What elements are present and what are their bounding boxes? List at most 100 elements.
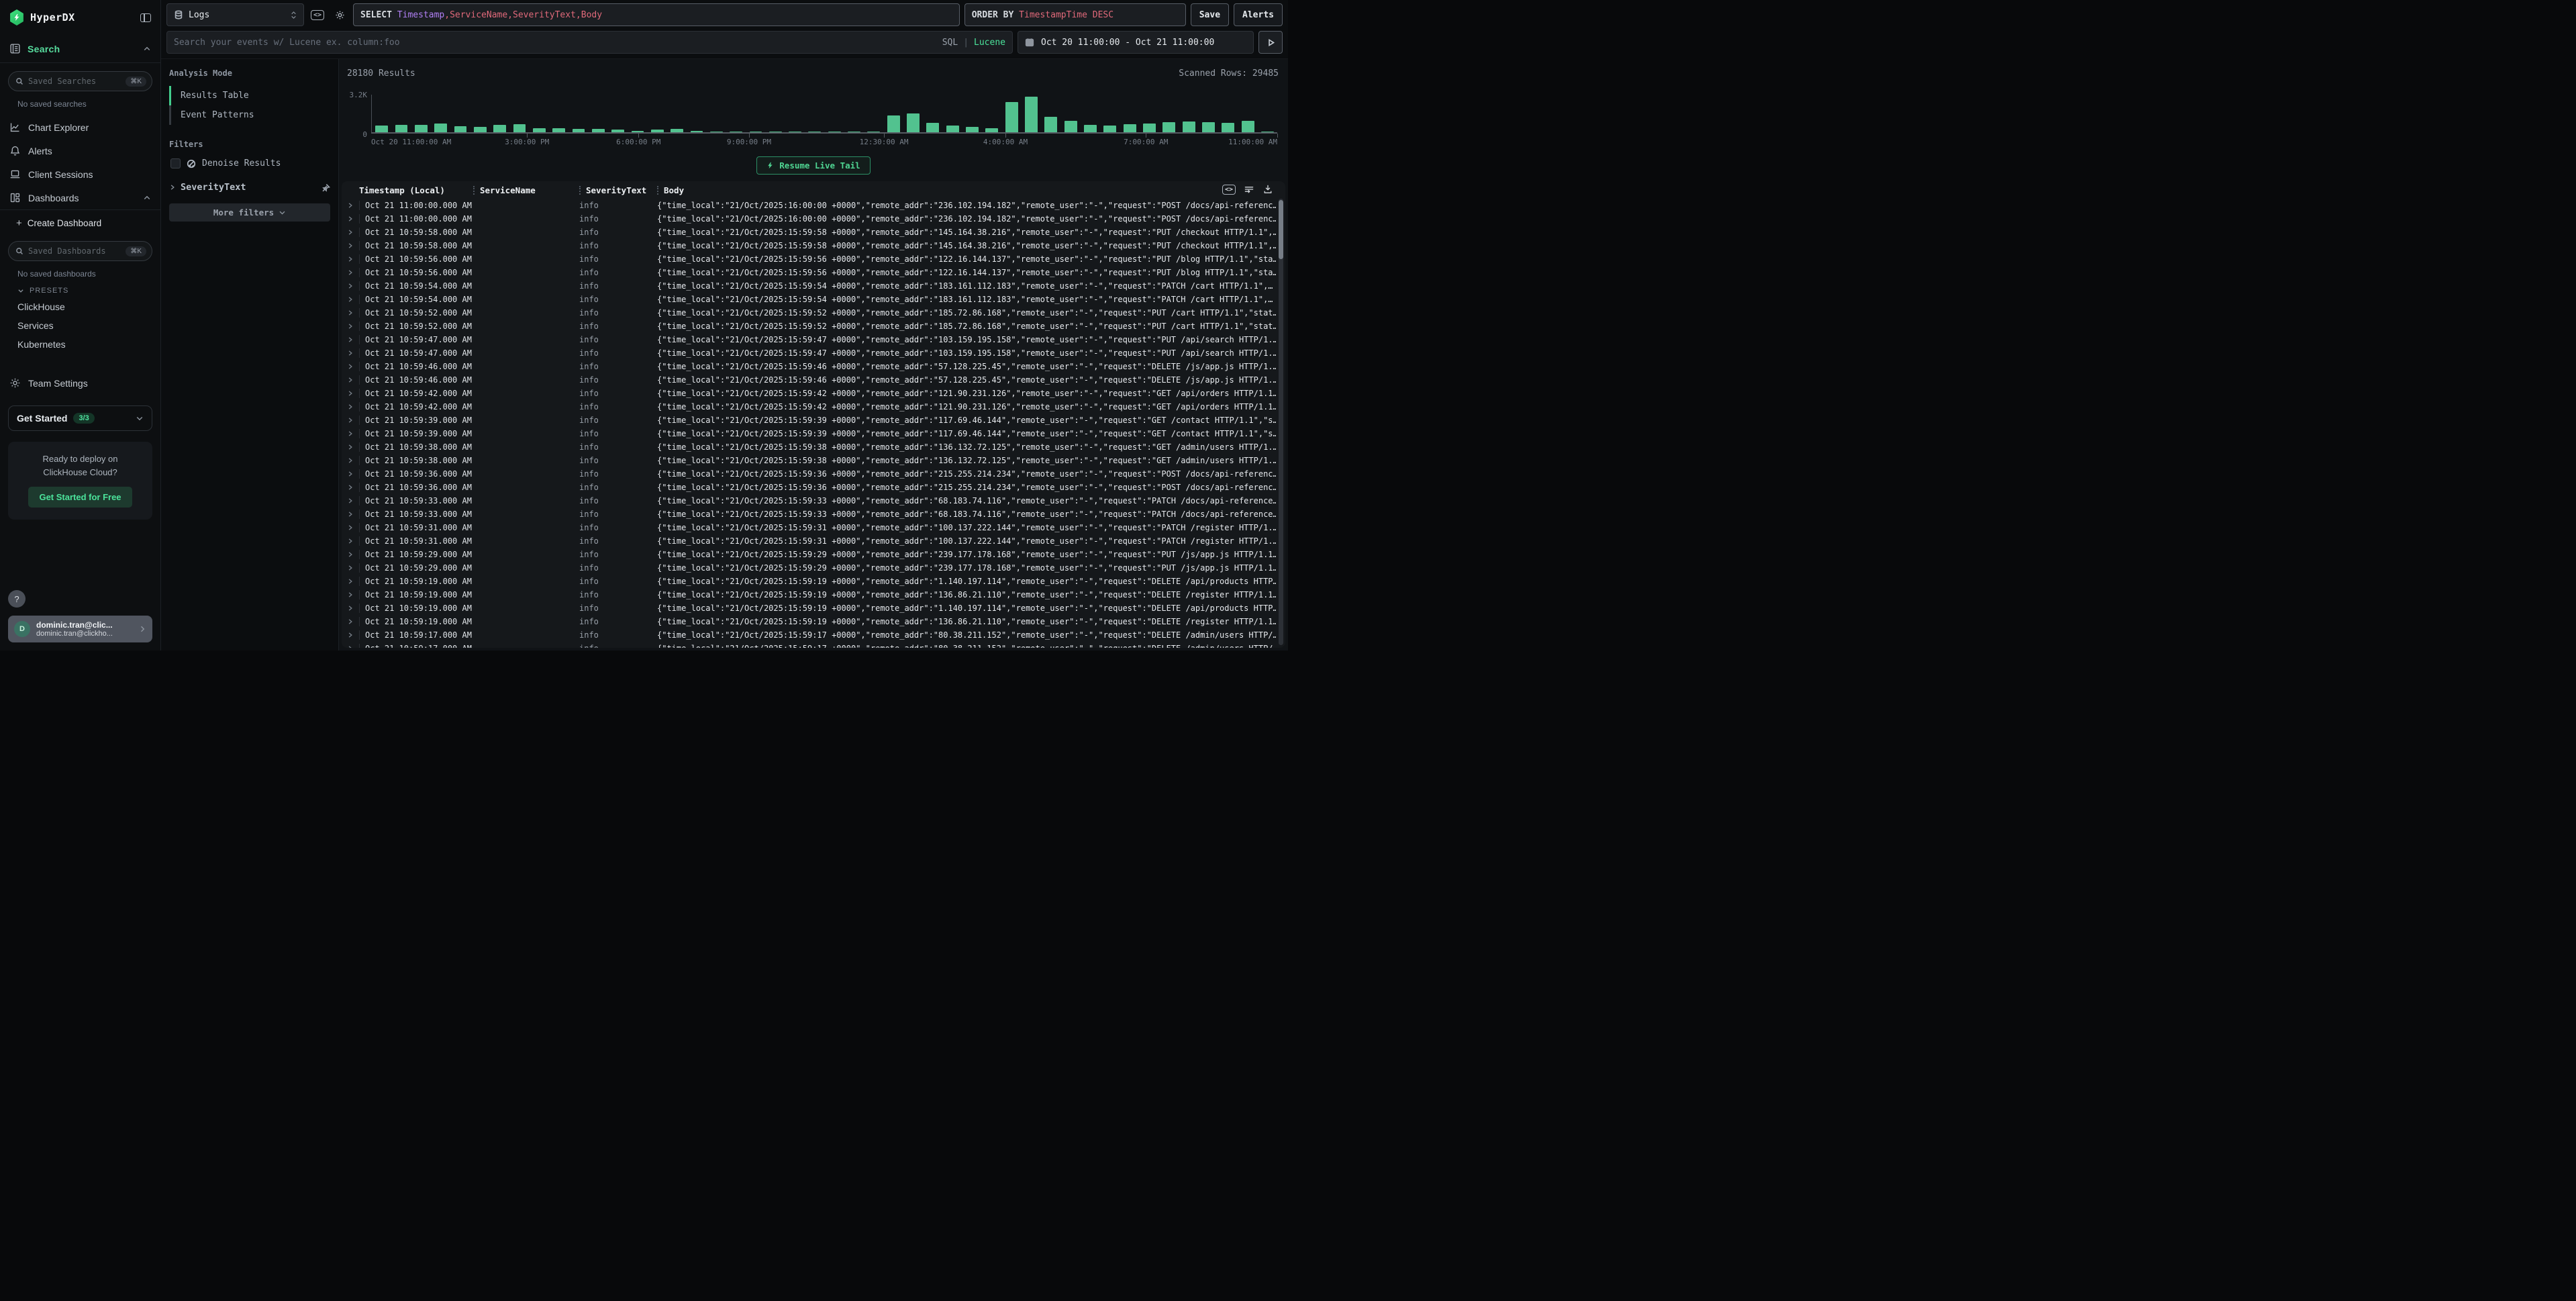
- histogram-bar[interactable]: [454, 126, 467, 132]
- row-expand-chevron-icon[interactable]: [342, 538, 359, 544]
- histogram-bar[interactable]: [552, 128, 565, 132]
- table-row[interactable]: Oct 21 10:59:42.000 AMinfo{"time_local":…: [342, 400, 1276, 414]
- histogram-bar[interactable]: [1162, 122, 1175, 132]
- table-row[interactable]: Oct 21 10:59:38.000 AMinfo{"time_local":…: [342, 454, 1276, 467]
- row-expand-chevron-icon[interactable]: [342, 336, 359, 343]
- sidebar-item-client-sessions[interactable]: Client Sessions: [0, 162, 160, 186]
- table-row[interactable]: Oct 21 10:59:29.000 AMinfo{"time_local":…: [342, 548, 1276, 561]
- row-expand-chevron-icon[interactable]: [342, 202, 359, 209]
- histogram-bar[interactable]: [375, 126, 388, 132]
- table-row[interactable]: Oct 21 10:59:36.000 AMinfo{"time_local":…: [342, 467, 1276, 481]
- column-header-servicename[interactable]: ServiceName: [473, 185, 579, 195]
- table-row[interactable]: Oct 21 10:59:19.000 AMinfo{"time_local":…: [342, 588, 1276, 601]
- histogram-bar[interactable]: [651, 130, 664, 132]
- histogram-bar[interactable]: [1183, 122, 1195, 132]
- preset-item-clickhouse[interactable]: ClickHouse: [0, 297, 160, 316]
- histogram-bar[interactable]: [533, 128, 546, 132]
- order-by-input[interactable]: ORDER BY TimestampTime DESC: [964, 3, 1186, 26]
- table-row[interactable]: Oct 21 10:59:56.000 AMinfo{"time_local":…: [342, 252, 1276, 266]
- histogram-bar[interactable]: [474, 127, 487, 132]
- histogram-bar[interactable]: [395, 125, 408, 132]
- get-started-for-free-button[interactable]: Get Started for Free: [28, 487, 132, 508]
- row-expand-chevron-icon[interactable]: [342, 484, 359, 491]
- column-resize-handle[interactable]: [579, 186, 581, 195]
- time-range-picker[interactable]: Oct 20 11:00:00 - Oct 21 11:00:00: [1018, 31, 1254, 54]
- row-expand-chevron-icon[interactable]: [342, 471, 359, 477]
- analysis-mode-results-table[interactable]: Results Table: [171, 86, 330, 105]
- table-row[interactable]: Oct 21 10:59:47.000 AMinfo{"time_local":…: [342, 333, 1276, 346]
- row-expand-chevron-icon[interactable]: [342, 323, 359, 330]
- edit-sql-button[interactable]: <>: [309, 3, 326, 26]
- row-expand-chevron-icon[interactable]: [342, 645, 359, 648]
- saved-dashboards-field[interactable]: [28, 246, 121, 256]
- row-expand-chevron-icon[interactable]: [342, 363, 359, 370]
- table-row[interactable]: Oct 21 10:59:39.000 AMinfo{"time_local":…: [342, 414, 1276, 427]
- column-header-body[interactable]: Body: [657, 185, 1276, 195]
- table-row[interactable]: Oct 21 10:59:36.000 AMinfo{"time_local":…: [342, 481, 1276, 494]
- table-row[interactable]: Oct 21 10:59:19.000 AMinfo{"time_local":…: [342, 615, 1276, 628]
- histogram-bar[interactable]: [691, 131, 703, 132]
- table-scrollbar[interactable]: [1279, 199, 1283, 645]
- severity-filter-group[interactable]: SeverityText: [169, 182, 330, 193]
- histogram-bar[interactable]: [513, 124, 526, 132]
- histogram-bar[interactable]: [907, 113, 920, 132]
- alerts-button[interactable]: Alerts: [1234, 3, 1283, 26]
- row-expand-chevron-icon[interactable]: [342, 296, 359, 303]
- histogram-bar[interactable]: [1064, 121, 1077, 132]
- row-expand-chevron-icon[interactable]: [342, 605, 359, 612]
- analysis-mode-event-patterns[interactable]: Event Patterns: [171, 105, 330, 125]
- row-expand-chevron-icon[interactable]: [342, 551, 359, 558]
- histogram-bar[interactable]: [966, 127, 979, 132]
- table-row[interactable]: Oct 21 10:59:58.000 AMinfo{"time_local":…: [342, 239, 1276, 252]
- column-resize-handle[interactable]: [657, 186, 658, 195]
- row-expand-chevron-icon[interactable]: [342, 565, 359, 571]
- histogram-bar[interactable]: [611, 130, 624, 132]
- save-button[interactable]: Save: [1191, 3, 1229, 26]
- sql-mode-button[interactable]: SQL: [942, 38, 958, 48]
- table-row[interactable]: Oct 21 10:59:39.000 AMinfo{"time_local":…: [342, 427, 1276, 440]
- row-expand-chevron-icon[interactable]: [342, 242, 359, 249]
- histogram-bar[interactable]: [671, 129, 683, 132]
- row-expand-chevron-icon[interactable]: [342, 256, 359, 262]
- resume-live-tail-button[interactable]: Resume Live Tail: [756, 156, 870, 175]
- sidebar-item-chart-explorer[interactable]: Chart Explorer: [0, 115, 160, 139]
- row-expand-chevron-icon[interactable]: [342, 309, 359, 316]
- histogram-bar[interactable]: [592, 129, 605, 132]
- table-row[interactable]: Oct 21 11:00:00.000 AMinfo{"time_local":…: [342, 212, 1276, 226]
- table-row[interactable]: Oct 21 10:59:42.000 AMinfo{"time_local":…: [342, 387, 1276, 400]
- preset-item-services[interactable]: Services: [0, 316, 160, 335]
- histogram-bar[interactable]: [985, 128, 998, 132]
- row-expand-chevron-icon[interactable]: [342, 632, 359, 638]
- row-expand-chevron-icon[interactable]: [342, 618, 359, 625]
- table-row[interactable]: Oct 21 10:59:46.000 AMinfo{"time_local":…: [342, 360, 1276, 373]
- column-header-timestamp[interactable]: Timestamp (Local): [359, 185, 473, 195]
- histogram-bar[interactable]: [1242, 121, 1254, 132]
- table-row[interactable]: Oct 21 10:59:29.000 AMinfo{"time_local":…: [342, 561, 1276, 575]
- row-expand-chevron-icon[interactable]: [342, 578, 359, 585]
- table-row[interactable]: Oct 21 10:59:56.000 AMinfo{"time_local":…: [342, 266, 1276, 279]
- download-button[interactable]: [1262, 184, 1273, 195]
- histogram-bar[interactable]: [632, 131, 644, 132]
- histogram-bar[interactable]: [573, 129, 585, 132]
- get-started-toggle[interactable]: Get Started 3/3: [8, 405, 152, 431]
- presets-toggle[interactable]: PRESETS: [0, 281, 160, 297]
- sidebar-item-search[interactable]: Search: [0, 36, 160, 63]
- saved-searches-field[interactable]: [28, 77, 121, 86]
- lucene-mode-button[interactable]: Lucene: [974, 38, 1005, 48]
- row-expand-chevron-icon[interactable]: [342, 457, 359, 464]
- histogram-bar[interactable]: [1103, 126, 1116, 133]
- row-expand-chevron-icon[interactable]: [342, 497, 359, 504]
- histogram-bar[interactable]: [493, 125, 506, 132]
- row-expand-chevron-icon[interactable]: [342, 283, 359, 289]
- row-expand-chevron-icon[interactable]: [342, 524, 359, 531]
- row-expand-chevron-icon[interactable]: [342, 444, 359, 450]
- histogram-bar[interactable]: [1044, 117, 1057, 132]
- run-search-button[interactable]: [1258, 31, 1283, 54]
- event-search-field[interactable]: [174, 38, 937, 48]
- scrollbar-thumb[interactable]: [1279, 200, 1283, 259]
- row-expand-chevron-icon[interactable]: [342, 350, 359, 356]
- sidebar-item-dashboards[interactable]: Dashboards: [0, 186, 160, 209]
- histogram-bar[interactable]: [1222, 123, 1234, 132]
- table-row[interactable]: Oct 21 10:59:58.000 AMinfo{"time_local":…: [342, 226, 1276, 239]
- table-row[interactable]: Oct 21 10:59:47.000 AMinfo{"time_local":…: [342, 346, 1276, 360]
